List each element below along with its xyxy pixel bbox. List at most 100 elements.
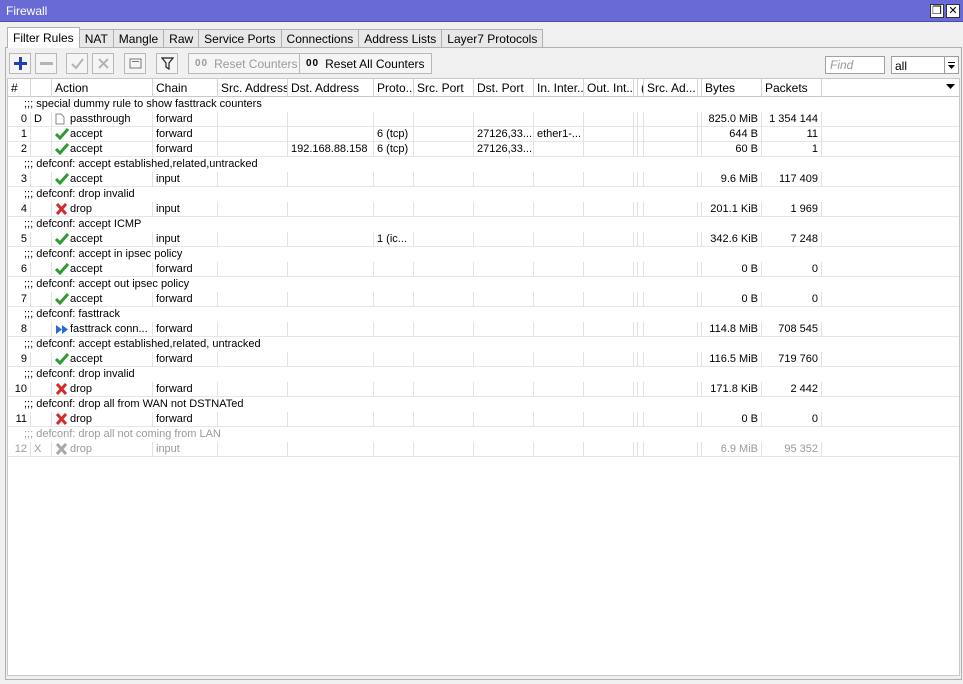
chain-cell: input (153, 232, 218, 247)
src-cell (218, 412, 288, 427)
table-body: ;;; special dummy rule to show fasttrack… (8, 97, 959, 457)
tab-connections[interactable]: Connections (280, 29, 360, 48)
sport-cell (414, 442, 474, 457)
tab-raw[interactable]: Raw (163, 29, 200, 48)
table-row[interactable]: 5 accept input 1 (ic... 342.6 KiB 7 248 (8, 232, 959, 247)
toolbar: 00 Reset Counters 00 Reset All Counters … (6, 48, 961, 78)
table-row[interactable]: 12 Xdrop input 6.9 MiB 95 352 (8, 442, 959, 457)
filter-rules-panel: 00 Reset Counters 00 Reset All Counters … (5, 47, 962, 680)
column-header[interactable]: # (8, 79, 31, 97)
bytes-cell: 0 B (702, 292, 762, 307)
action-cell: drop (52, 442, 153, 457)
plus-icon (13, 57, 27, 70)
comment-row[interactable]: ;;; defconf: drop invalid (8, 187, 959, 202)
packets-cell: 0 (762, 412, 822, 427)
comment-row[interactable]: ;;; defconf: drop invalid (8, 367, 959, 382)
rule-comment: ;;; defconf: drop all not coming from LA… (24, 428, 221, 440)
comment-row[interactable]: ;;; defconf: accept established,related,… (8, 337, 959, 352)
column-header[interactable]: Packets (762, 79, 822, 97)
column-header[interactable]: Src. Address (218, 79, 288, 97)
comment-row[interactable]: ;;; defconf: accept established,related,… (8, 157, 959, 172)
comment-row[interactable]: ;;; defconf: accept in ipsec policy (8, 247, 959, 262)
rule-comment: ;;; defconf: accept established,related,… (24, 338, 261, 350)
bytes-cell: 0 B (702, 412, 762, 427)
column-header[interactable]: Proto... (374, 79, 414, 97)
comment-button[interactable] (124, 53, 146, 74)
table-row[interactable]: 11 drop forward 0 B0 (8, 412, 959, 427)
dst-cell: 192.168.88.158 (288, 142, 374, 157)
table-row[interactable]: 2 accept forward 192.168.88.158 6 (tcp) 27126… (8, 142, 959, 157)
in-cell (534, 202, 584, 217)
bytes-cell: 6.9 MiB (702, 442, 762, 457)
reset-counters-button[interactable]: 00 Reset Counters (188, 53, 305, 74)
action-label: accept (70, 233, 103, 245)
action-label: accept (70, 128, 103, 140)
comment-row[interactable]: ;;; defconf: accept out ipsec policy (8, 277, 959, 292)
dst-cell (288, 112, 374, 127)
table-row[interactable]: 1 accept forward 6 (tcp) 27126,33... ether1-.… (8, 127, 959, 142)
tab-layer7-protocols[interactable]: Layer7 Protocols (441, 29, 544, 48)
find-input[interactable]: Find (825, 56, 885, 74)
column-header[interactable]: Chain (153, 79, 218, 97)
table-row[interactable]: 7 accept forward 0 B0 (8, 292, 959, 307)
dst-cell (288, 412, 374, 427)
tab-nat[interactable]: NAT (78, 29, 114, 48)
action-cell: fasttrack conn... (52, 322, 153, 337)
tab-filter-rules[interactable]: Filter Rules (7, 27, 80, 48)
tab-address-lists[interactable]: Address Lists (358, 29, 443, 48)
out-cell (584, 232, 634, 247)
filter-select[interactable]: all (891, 56, 959, 74)
table-row[interactable]: 10 drop forward 171.8 KiB 2 442 (8, 382, 959, 397)
disable-button[interactable] (92, 53, 114, 74)
chain-cell: forward (153, 382, 218, 397)
proto-cell: 6 (tcp) (374, 127, 414, 142)
dport-cell (474, 112, 534, 127)
action-cell: accept (52, 262, 153, 277)
table-row[interactable]: 4 drop input 201.1 KiB 1 969 (8, 202, 959, 217)
proto-cell (374, 352, 414, 367)
dst-cell (288, 382, 374, 397)
tab-service-ports[interactable]: Service Ports (198, 29, 282, 48)
table-row[interactable]: 9 accept forward 116.5 MiB 719 760 (8, 352, 959, 367)
column-header[interactable]: Dst. Port (474, 79, 534, 97)
num-cell: 2 (8, 142, 31, 157)
column-header[interactable]: Action (52, 79, 153, 97)
column-menu-icon[interactable] (946, 82, 955, 94)
action-label: drop (70, 413, 93, 425)
reset-all-counters-button[interactable]: 00 Reset All Counters (299, 53, 432, 74)
table-row[interactable]: 8 fasttrack conn... forward 114.8 MiB 708 54… (8, 322, 959, 337)
in-cell (534, 382, 584, 397)
restore-button[interactable]: ❐ (930, 4, 944, 18)
column-header[interactable]: Out. Int... (584, 79, 634, 97)
column-header[interactable]: Src. Ad... (644, 79, 698, 97)
column-header[interactable]: In. Inter... (534, 79, 584, 97)
add-button[interactable] (9, 53, 31, 74)
table-row[interactable]: 6 accept forward 0 B0 (8, 262, 959, 277)
bytes-cell: 171.8 KiB (702, 382, 762, 397)
table-row[interactable]: 3 accept input 9.6 MiB 117 409 (8, 172, 959, 187)
dst-cell (288, 292, 374, 307)
action-label: drop (70, 203, 93, 215)
comment-row[interactable]: ;;; special dummy rule to show fasttrack… (8, 97, 959, 112)
comment-row[interactable]: ;;; defconf: fasttrack (8, 307, 959, 322)
column-header[interactable] (31, 79, 52, 97)
tab-mangle[interactable]: Mangle (112, 29, 165, 48)
dport-cell (474, 382, 534, 397)
comment-row[interactable]: ;;; defconf: drop all from WAN not DSTNA… (8, 397, 959, 412)
action-label: accept (70, 263, 103, 275)
num-cell: 3 (8, 172, 31, 187)
num-cell: 11 (8, 412, 31, 427)
remove-button[interactable] (35, 53, 57, 74)
column-header[interactable]: Bytes (702, 79, 762, 97)
proto-cell (374, 112, 414, 127)
enable-button[interactable] (66, 53, 88, 74)
close-button[interactable]: ✕ (946, 4, 960, 18)
column-header[interactable]: Dst. Address (288, 79, 374, 97)
comment-row[interactable]: ;;; defconf: accept ICMP (8, 217, 959, 232)
table-row[interactable]: 0 Dpassthrough forward 825.0 MiB 1 354 144 (8, 112, 959, 127)
rule-comment: ;;; defconf: accept in ipsec policy (24, 248, 183, 260)
column-header[interactable]: Src. Port (414, 79, 474, 97)
comment-row[interactable]: ;;; defconf: drop all not coming from LA… (8, 427, 959, 442)
filter-button[interactable] (156, 53, 178, 74)
in-cell (534, 412, 584, 427)
